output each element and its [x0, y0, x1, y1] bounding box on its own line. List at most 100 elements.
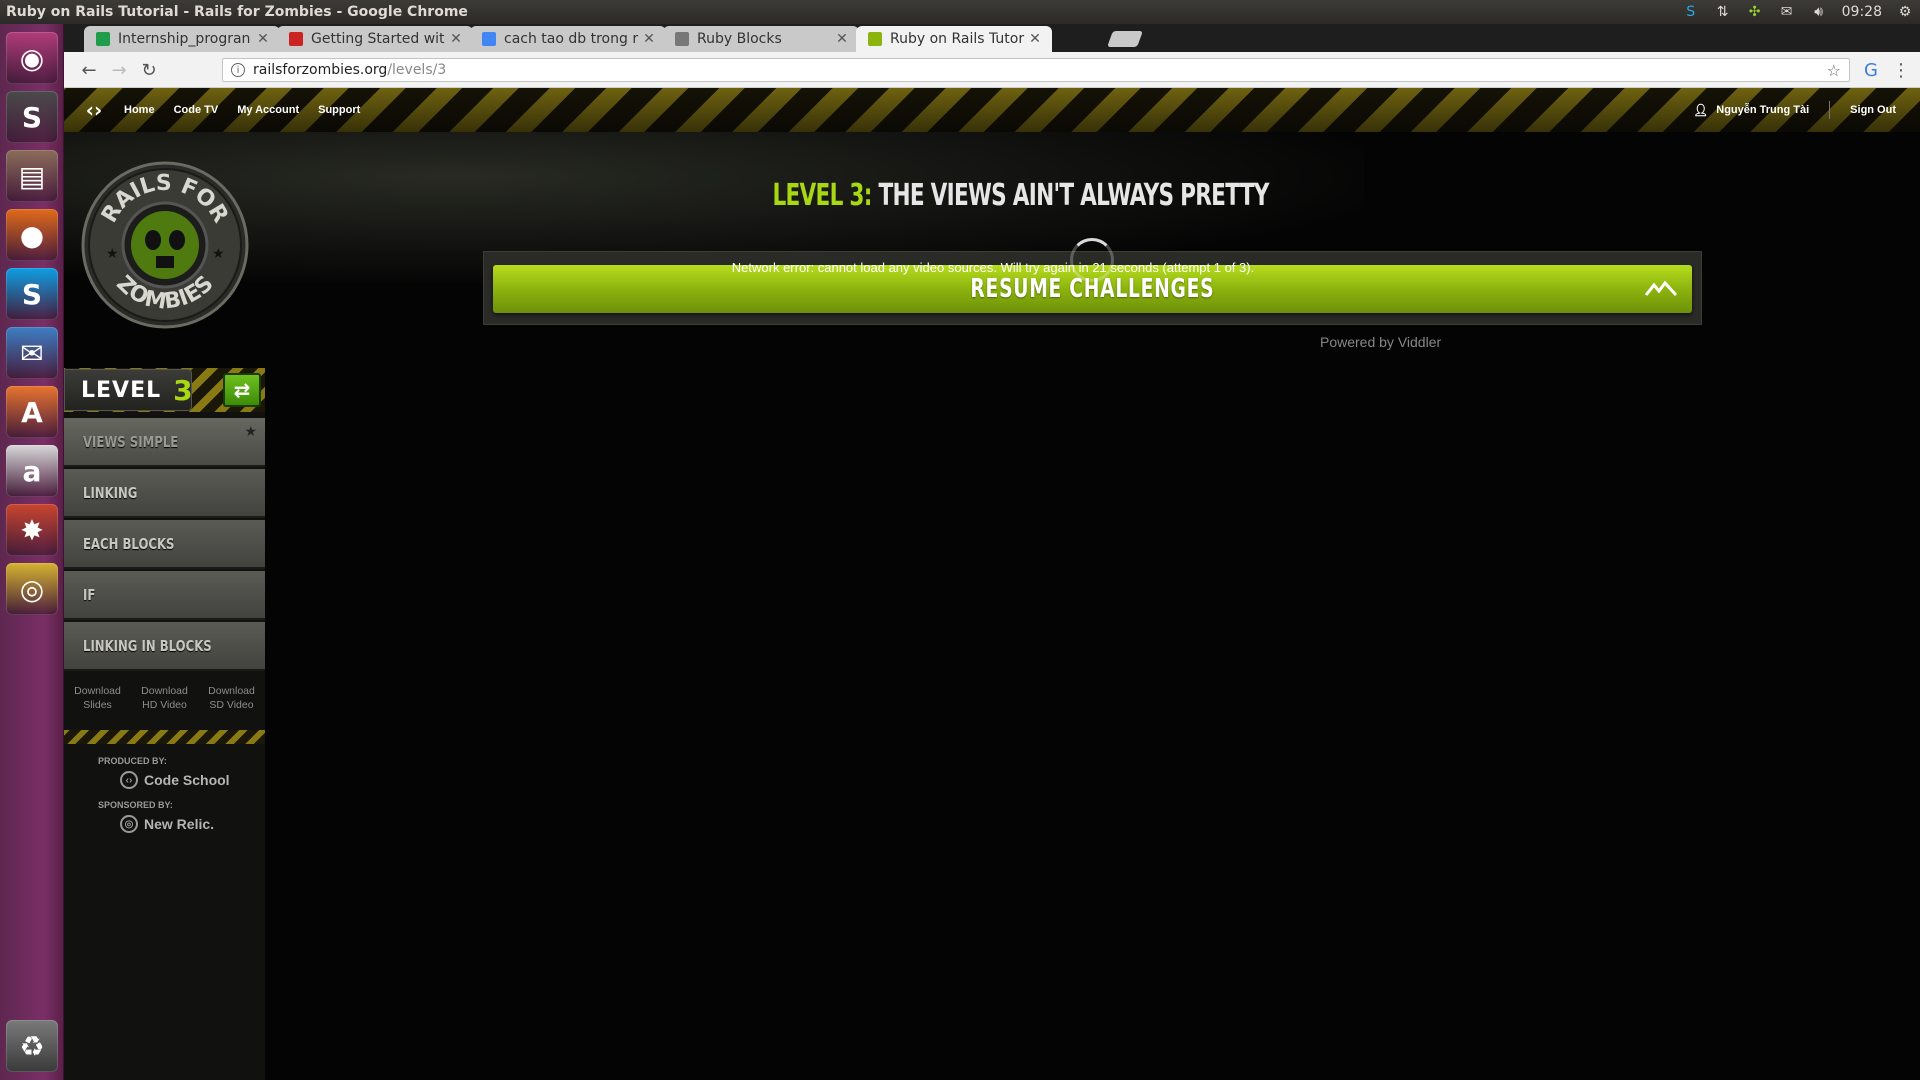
new-relic-text: New Relic.: [144, 816, 215, 832]
browser-tab[interactable]: Ruby Blocks ✕: [663, 26, 859, 52]
code-school-link[interactable]: ‹› Code School: [120, 771, 230, 789]
chapter-label: VIEWS SIMPLE: [83, 432, 179, 451]
tab-title: Getting Started wit: [311, 31, 445, 47]
trash-icon[interactable]: ♻: [6, 1020, 58, 1072]
browser-tab[interactable]: Internship_progran ✕: [84, 26, 280, 52]
ubuntu-dash-icon[interactable]: ◉: [6, 32, 58, 84]
files-icon-glyph: ▤: [18, 159, 46, 193]
tab-close-icon[interactable]: ✕: [642, 31, 656, 47]
nav-link[interactable]: Support: [318, 104, 360, 116]
session-gear-icon[interactable]: ⚙: [1896, 3, 1914, 21]
url-path: /levels/3: [387, 62, 447, 78]
volume-icon[interactable]: 🔊︎: [1810, 3, 1828, 21]
produced-by-label: PRODUCED BY:: [98, 756, 167, 766]
tab-close-icon[interactable]: ✕: [256, 31, 270, 47]
skype-tray-icon[interactable]: S: [1682, 3, 1700, 21]
code-school-text: Code School: [144, 772, 230, 788]
nav-link[interactable]: Code TV: [174, 104, 219, 116]
mail-icon[interactable]: ✉: [1778, 3, 1796, 21]
rails-for-zombies-badge[interactable]: RAILS FOR ZOMBIES ★ ★: [80, 160, 250, 330]
sublime-text-icon[interactable]: S: [6, 91, 58, 143]
sign-out-link[interactable]: Sign Out: [1850, 104, 1896, 116]
chapter-item[interactable]: EACH BLOCKS: [64, 520, 265, 569]
user-name-link[interactable]: Nguyễn Trung Tài: [1716, 104, 1809, 116]
tab-close-icon[interactable]: ✕: [835, 31, 849, 47]
chapter-item[interactable]: LINKING: [64, 469, 265, 518]
mountain-peak-icon: [1644, 280, 1678, 297]
codeschool-logo-icon[interactable]: ‹›: [64, 98, 124, 122]
site-info-icon[interactable]: i: [231, 63, 245, 77]
tab-close-icon[interactable]: ✕: [1028, 31, 1042, 47]
network-icon[interactable]: ⇅: [1714, 3, 1732, 21]
new-relic-logo-icon: ◎: [120, 815, 138, 833]
level-word: LEVEL: [81, 377, 162, 403]
keyboard-icon[interactable]: ✣: [1746, 3, 1764, 21]
nav-link[interactable]: Home: [124, 104, 155, 116]
skype-icon-glyph: S: [21, 277, 43, 311]
chrome-icon[interactable]: ◎: [6, 563, 58, 615]
browser-tab[interactable]: cach tao db trong r ✕: [470, 26, 666, 52]
chapter-label: LINKING: [83, 483, 138, 502]
sponsored-by-label: SPONSORED BY:: [98, 800, 173, 810]
address-bar[interactable]: i railsforzombies.org/levels/3 ☆: [222, 58, 1850, 82]
system-settings-icon[interactable]: ✸: [6, 504, 58, 556]
tab-favicon-icon: [675, 32, 689, 46]
download-link[interactable]: Download SD Video: [208, 676, 255, 722]
ubuntu-dash-icon-glyph: ◉: [19, 41, 45, 75]
chapter-label: IF: [83, 585, 96, 604]
tab-title: cach tao db trong r: [504, 31, 639, 47]
chapter-item[interactable]: LINKING IN BLOCKS: [64, 622, 265, 671]
chapter-label: LINKING IN BLOCKS: [83, 636, 212, 655]
clock[interactable]: 09:28: [1842, 4, 1882, 20]
software-center-icon[interactable]: A: [6, 386, 58, 438]
amazon-icon[interactable]: a: [6, 445, 58, 497]
site-nav: ‹› Home Code TV My Account Support: [64, 88, 379, 132]
nav-link[interactable]: My Account: [237, 104, 299, 116]
launcher: ◉ S ▤ ● S ✉ Aa ✸ ◎ ♻: [0, 24, 64, 1080]
forward-button[interactable]: →: [108, 59, 130, 81]
skype-icon[interactable]: S: [6, 268, 58, 320]
files-icon[interactable]: ▤: [6, 150, 58, 202]
bookmark-star-icon[interactable]: ☆: [1827, 61, 1841, 80]
tab-close-icon[interactable]: ✕: [449, 31, 463, 47]
switch-level-button[interactable]: ⇄: [223, 373, 261, 407]
download-line2: Slides: [83, 699, 112, 711]
level-plate: LEVEL 3: [64, 369, 193, 411]
firefox-icon[interactable]: ●: [6, 209, 58, 261]
tab-title: Ruby Blocks: [697, 31, 782, 47]
reload-button[interactable]: ↻: [138, 59, 160, 81]
browser-tab[interactable]: Getting Started wit ✕: [277, 26, 473, 52]
level-header: LEVEL 3 ⇄: [64, 368, 265, 412]
chapter-item[interactable]: VIEWS SIMPLE ★: [64, 418, 265, 467]
level-number: 3: [173, 373, 193, 407]
download-link[interactable]: Download Slides: [74, 676, 121, 722]
download-line2: SD Video: [209, 699, 254, 711]
code-school-logo-icon: ‹›: [120, 771, 138, 789]
translate-extension-icon[interactable]: G: [1860, 59, 1882, 81]
page-content: ‹› Home Code TV My Account Support 👤︎ Nguyễ…: [64, 88, 1920, 1080]
star-icon: ★: [244, 424, 257, 440]
url-host: railsforzombies.org: [253, 62, 388, 78]
download-line1: Download: [208, 685, 255, 697]
indicator-area: S ⇅ ✣ ✉ 🔊︎ 09:28 ⚙: [1682, 0, 1914, 24]
powered-by-viddler[interactable]: Powered by Viddler: [1320, 334, 1441, 350]
tab-favicon-icon: [289, 32, 303, 46]
system-settings-icon-glyph: ✸: [20, 513, 44, 547]
sidebar-hazard-stripe: [64, 730, 265, 744]
download-link[interactable]: Download HD Video: [141, 676, 188, 722]
thunderbird-icon[interactable]: ✉: [6, 327, 58, 379]
browser-tab[interactable]: Ruby on Rails Tutor ✕: [856, 26, 1052, 52]
tab-strip: Internship_progran ✕ Getting Started wit ✕ c…: [64, 24, 1920, 52]
new-tab-button[interactable]: [1107, 31, 1143, 47]
back-button[interactable]: ←: [78, 59, 100, 81]
chapter-item[interactable]: IF: [64, 571, 265, 620]
new-relic-link[interactable]: ◎ New Relic.: [120, 815, 214, 833]
level-title-prefix: LEVEL 3:: [772, 178, 872, 213]
firefox-icon-glyph: ●: [19, 218, 45, 252]
swap-arrows-icon: ⇄: [233, 378, 251, 402]
video-error-message: Network error: cannot load any video sou…: [731, 260, 1255, 275]
sublime-text-icon-glyph: S: [21, 100, 43, 134]
download-line1: Download: [141, 685, 188, 697]
tab-title: Ruby on Rails Tutor: [890, 31, 1025, 47]
chrome-menu-icon[interactable]: ⋮: [1890, 59, 1912, 81]
